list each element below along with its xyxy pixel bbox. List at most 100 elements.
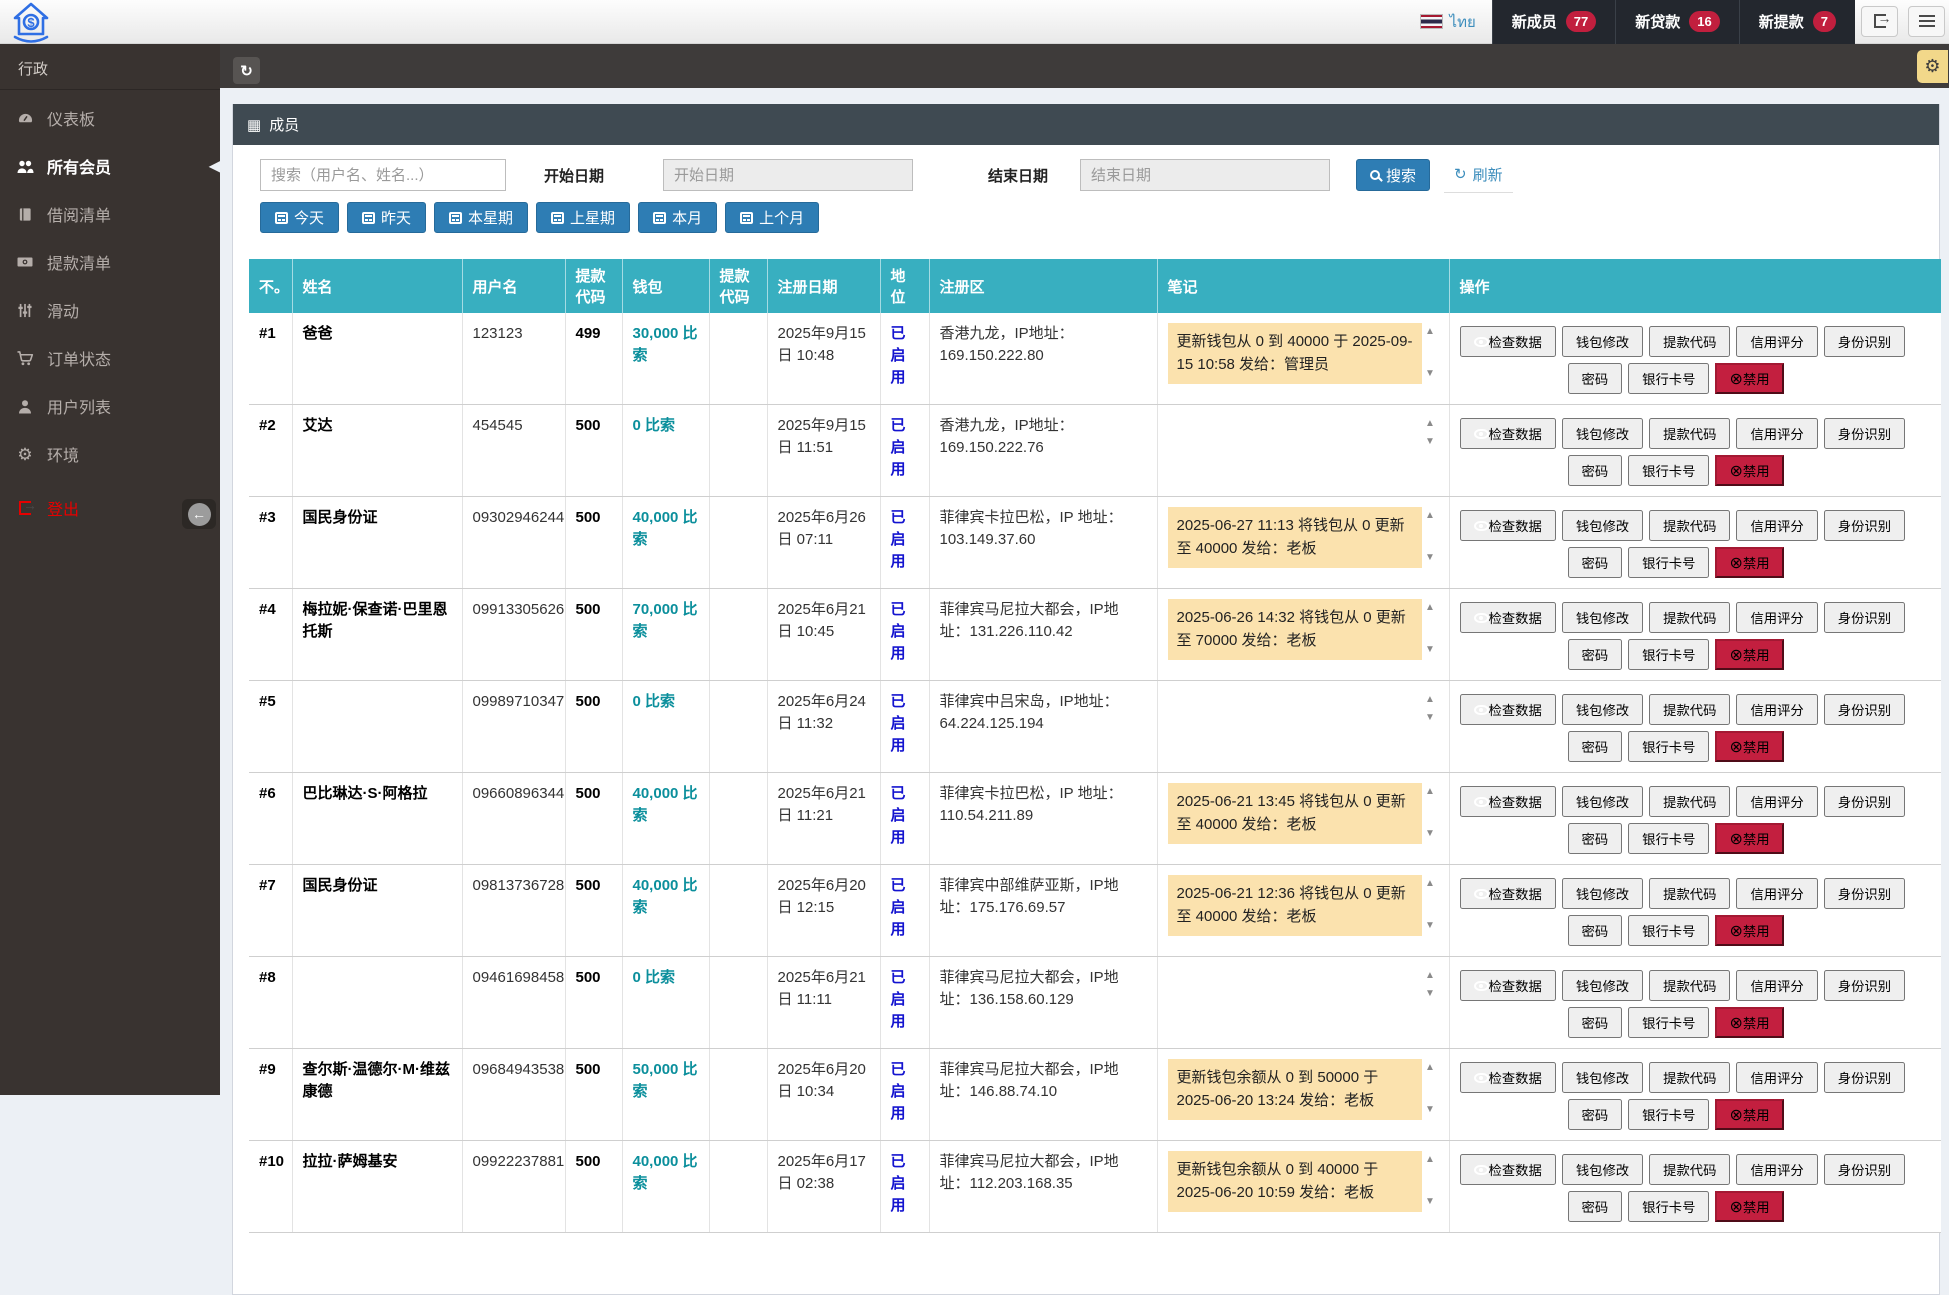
check-data-button[interactable]: 检查数据 [1460,878,1556,909]
arrow-up-icon[interactable]: ▲ [1425,785,1435,800]
check-data-button[interactable]: 检查数据 [1460,1154,1556,1185]
bank-card-button[interactable]: 银行卡号 [1628,731,1709,762]
disable-button[interactable]: ⊗禁用 [1715,547,1783,578]
note-scroll-arrows[interactable]: ▲▼ [1422,1151,1439,1212]
check-data-button[interactable]: 检查数据 [1460,418,1556,449]
note-scroll-arrows[interactable]: ▲▼ [1422,323,1439,384]
bank-card-button[interactable]: 银行卡号 [1628,363,1709,394]
arrow-down-icon[interactable]: ▼ [1425,827,1435,842]
withdraw-code-button[interactable]: 提款代码 [1649,326,1730,357]
disable-button[interactable]: ⊗禁用 [1715,639,1783,670]
arrow-up-icon[interactable]: ▲ [1425,509,1435,524]
menu-toggle-button[interactable] [1908,6,1945,37]
sidebar-collapse-button[interactable]: ← [182,499,216,529]
arrow-up-icon[interactable]: ▲ [1425,1061,1435,1076]
wallet-edit-button[interactable]: 钱包修改 [1562,878,1643,909]
arrow-down-icon[interactable]: ▼ [1425,435,1435,450]
sidebar-item-slider[interactable]: 滑动 [0,286,220,334]
check-data-button[interactable]: 检查数据 [1460,602,1556,633]
sidebar-item-loan-list[interactable]: 借阅清单 [0,190,220,238]
bank-card-button[interactable]: 银行卡号 [1628,455,1709,486]
note-scroll-arrows[interactable]: ▲▼ [1422,1059,1439,1120]
withdraw-code-button[interactable]: 提款代码 [1649,786,1730,817]
password-button[interactable]: 密码 [1568,731,1623,762]
bank-card-button[interactable]: 银行卡号 [1628,915,1709,946]
password-button[interactable]: 密码 [1568,823,1623,854]
check-data-button[interactable]: 检查数据 [1460,510,1556,541]
sidebar-item-withdraw-list[interactable]: 提款清单 [0,238,220,286]
arrow-down-icon[interactable]: ▼ [1425,711,1435,726]
arrow-down-icon[interactable]: ▼ [1425,1195,1435,1210]
withdraw-code-button[interactable]: 提款代码 [1649,1154,1730,1185]
refresh-link[interactable]: ↻ 刷新 [1444,158,1513,193]
identity-button[interactable]: 身份识别 [1824,694,1905,725]
withdraw-code-button[interactable]: 提款代码 [1649,1062,1730,1093]
wallet-edit-button[interactable]: 钱包修改 [1562,602,1643,633]
disable-button[interactable]: ⊗禁用 [1715,1007,1783,1038]
arrow-up-icon[interactable]: ▲ [1425,877,1435,892]
password-button[interactable]: 密码 [1568,1099,1623,1130]
arrow-down-icon[interactable]: ▼ [1425,367,1435,382]
password-button[interactable]: 密码 [1568,915,1623,946]
withdraw-code-button[interactable]: 提款代码 [1649,970,1730,1001]
arrow-down-icon[interactable]: ▼ [1425,1103,1435,1118]
credit-score-button[interactable]: 信用评分 [1736,786,1817,817]
credit-score-button[interactable]: 信用评分 [1736,602,1817,633]
identity-button[interactable]: 身份识别 [1824,510,1905,541]
quick-button-today[interactable]: 今天 [260,202,339,233]
check-data-button[interactable]: 检查数据 [1460,970,1556,1001]
wallet-edit-button[interactable]: 钱包修改 [1562,1062,1643,1093]
language-selector[interactable]: ไทย [1404,0,1492,44]
identity-button[interactable]: 身份识别 [1824,418,1905,449]
logout-button[interactable] [1861,6,1898,37]
disable-button[interactable]: ⊗禁用 [1715,1099,1783,1130]
note-scroll-arrows[interactable]: ▲▼ [1422,507,1439,568]
wallet-edit-button[interactable]: 钱包修改 [1562,786,1643,817]
credit-score-button[interactable]: 信用评分 [1736,1062,1817,1093]
navbar-stat-new-members[interactable]: 新成员77 [1492,0,1615,44]
refresh-button[interactable]: ↻ [233,57,260,84]
sidebar-item-order-status[interactable]: 订单状态 [0,334,220,382]
disable-button[interactable]: ⊗禁用 [1715,1191,1783,1222]
disable-button[interactable]: ⊗禁用 [1715,915,1783,946]
sidebar-item-user-list[interactable]: 用户列表 [0,382,220,430]
password-button[interactable]: 密码 [1568,455,1623,486]
password-button[interactable]: 密码 [1568,1191,1623,1222]
withdraw-code-button[interactable]: 提款代码 [1649,418,1730,449]
disable-button[interactable]: ⊗禁用 [1715,455,1783,486]
identity-button[interactable]: 身份识别 [1824,878,1905,909]
note-scroll-arrows[interactable]: ▲▼ [1422,783,1439,844]
quick-button-yesterday[interactable]: 昨天 [347,202,426,233]
identity-button[interactable]: 身份识别 [1824,326,1905,357]
note-scroll-arrows[interactable]: ▲▼ [1422,875,1439,936]
check-data-button[interactable]: 检查数据 [1460,1062,1556,1093]
credit-score-button[interactable]: 信用评分 [1736,418,1817,449]
credit-score-button[interactable]: 信用评分 [1736,510,1817,541]
search-button[interactable]: 搜索 [1356,159,1430,191]
credit-score-button[interactable]: 信用评分 [1736,878,1817,909]
check-data-button[interactable]: 检查数据 [1460,786,1556,817]
settings-button[interactable]: ⚙ [1917,50,1948,83]
note-scroll-arrows[interactable]: ▲▼ [1422,415,1439,475]
sidebar-item-all-members[interactable]: 所有会员◀ [0,142,220,190]
arrow-down-icon[interactable]: ▼ [1425,919,1435,934]
arrow-up-icon[interactable]: ▲ [1425,969,1435,984]
note-scroll-arrows[interactable]: ▲▼ [1422,691,1439,751]
identity-button[interactable]: 身份识别 [1824,602,1905,633]
withdraw-code-button[interactable]: 提款代码 [1649,602,1730,633]
arrow-up-icon[interactable]: ▲ [1425,601,1435,616]
wallet-edit-button[interactable]: 钱包修改 [1562,418,1643,449]
quick-button-this-week[interactable]: 本星期 [434,202,528,233]
bank-card-button[interactable]: 银行卡号 [1628,639,1709,670]
note-scroll-arrows[interactable]: ▲▼ [1422,599,1439,660]
identity-button[interactable]: 身份识别 [1824,1154,1905,1185]
search-input[interactable] [260,159,506,191]
check-data-button[interactable]: 检查数据 [1460,326,1556,357]
arrow-up-icon[interactable]: ▲ [1425,693,1435,708]
password-button[interactable]: 密码 [1568,639,1623,670]
quick-button-last-month[interactable]: 上个月 [725,202,819,233]
sidebar-item-environment[interactable]: ⚙环境 [0,430,220,478]
withdraw-code-button[interactable]: 提款代码 [1649,878,1730,909]
withdraw-code-button[interactable]: 提款代码 [1649,694,1730,725]
credit-score-button[interactable]: 信用评分 [1736,326,1817,357]
